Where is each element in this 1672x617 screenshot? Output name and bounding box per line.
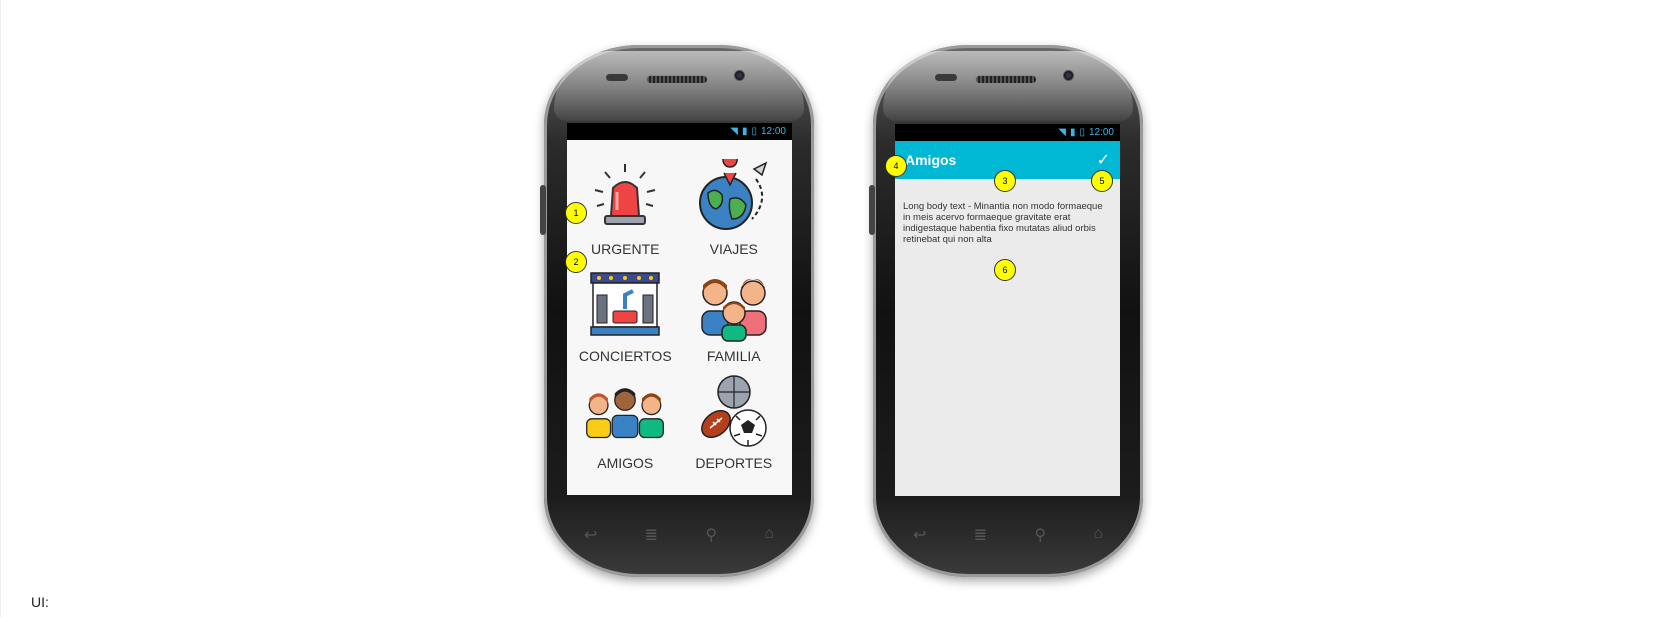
tile-label: CONCIERTOS (578, 348, 672, 364)
battery-icon: ▯ (1079, 127, 1085, 138)
tile-deportes[interactable]: DEPORTES (680, 364, 789, 471)
tile-familia[interactable]: FAMILIA (680, 257, 789, 364)
marker-2: 2 (565, 251, 587, 273)
signal-icon: ▮ (1069, 127, 1076, 138)
wifi-icon: ◥ (1058, 127, 1066, 138)
phone-left: ◥ ▮ ▯ 12:00 URGENTE VIAJES CONCIERTOS FA… (540, 45, 814, 577)
ui-caption: UI: (31, 594, 49, 610)
marker-3: 3 (994, 170, 1016, 192)
body-text: Long body text - Minantia non modo forma… (903, 201, 1103, 245)
category-grid: URGENTE VIAJES CONCIERTOS FAMILIA AMIGOS… (567, 140, 792, 471)
tile-amigos[interactable]: AMIGOS (571, 364, 680, 471)
status-time: 12:00 (1088, 127, 1114, 138)
friends-icon (585, 373, 665, 451)
concert-stage-icon (585, 266, 665, 344)
signal-icon: ▮ (741, 126, 748, 137)
siren-icon (585, 159, 665, 237)
soft-keys: ↩ ≣ ⚲ ⌂ (584, 525, 774, 545)
phone-right: ◥ ▮ ▯ 12:00 Amigos ✓ Long body text - Mi… (869, 45, 1143, 577)
tile-label: FAMILIA (706, 348, 761, 364)
check-icon[interactable]: ✓ (1097, 150, 1110, 170)
tile-conciertos[interactable]: CONCIERTOS (571, 257, 680, 364)
screen-home: ◥ ▮ ▯ 12:00 URGENTE VIAJES CONCIERTOS FA… (567, 123, 792, 495)
tile-label: DEPORTES (695, 455, 773, 471)
soft-keys: ↩ ≣ ⚲ ⌂ (913, 525, 1103, 545)
home-icon[interactable]: ⌂ (764, 525, 774, 545)
status-time: 12:00 (760, 126, 786, 137)
status-bar: ◥ ▮ ▯ 12:00 (895, 124, 1120, 141)
family-icon (694, 266, 774, 344)
camera (1063, 70, 1074, 81)
camera (734, 70, 745, 81)
globe-plane-icon (694, 159, 774, 237)
menu-icon[interactable]: ≣ (974, 525, 987, 545)
back-icon[interactable]: ↩ (584, 525, 597, 545)
sports-balls-icon (694, 373, 774, 451)
page-title: Amigos (905, 152, 957, 168)
tile-label: AMIGOS (597, 455, 654, 471)
back-icon[interactable]: ↩ (913, 525, 926, 545)
canvas: ◥ ▮ ▯ 12:00 URGENTE VIAJES CONCIERTOS FA… (0, 0, 1672, 617)
menu-icon[interactable]: ≣ (645, 525, 658, 545)
marker-1: 1 (565, 202, 587, 224)
marker-5: 5 (1091, 170, 1113, 192)
search-icon[interactable]: ⚲ (705, 525, 717, 545)
marker-4: 4 (885, 155, 907, 177)
wifi-icon: ◥ (730, 126, 738, 137)
detail-body: Long body text - Minantia non modo forma… (895, 179, 1120, 496)
tile-label: URGENTE (591, 241, 660, 257)
marker-6: 6 (994, 259, 1016, 281)
home-icon[interactable]: ⌂ (1093, 525, 1103, 545)
search-icon[interactable]: ⚲ (1034, 525, 1046, 545)
tile-urgente[interactable]: URGENTE (571, 150, 680, 257)
tile-viajes[interactable]: VIAJES (680, 150, 789, 257)
status-bar: ◥ ▮ ▯ 12:00 (567, 123, 792, 140)
speaker (975, 75, 1037, 84)
speaker (646, 75, 708, 84)
battery-icon: ▯ (751, 126, 757, 137)
tile-label: VIAJES (709, 241, 758, 257)
